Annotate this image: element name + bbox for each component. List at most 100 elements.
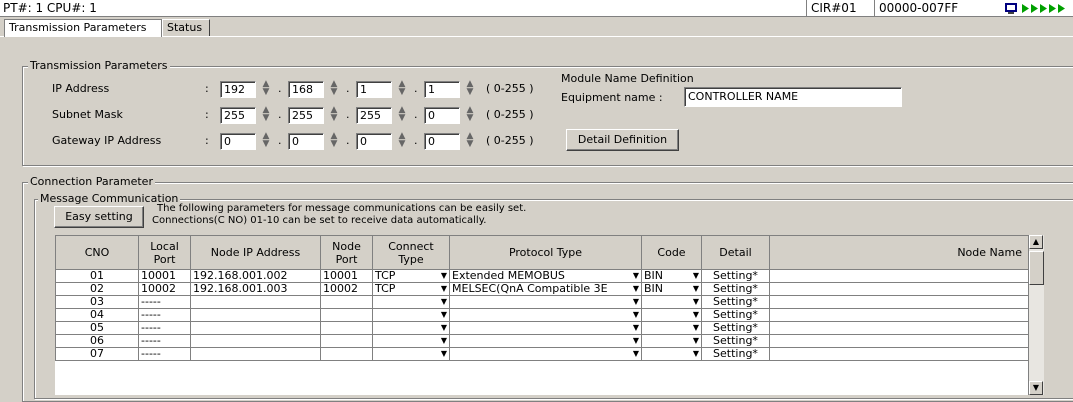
dropdown-arrow-icon[interactable]: ▼ bbox=[439, 297, 449, 308]
code-select[interactable]: BIN ▼ bbox=[641, 282, 702, 296]
node-ip-cell[interactable] bbox=[190, 334, 321, 348]
node-ip-cell[interactable] bbox=[190, 295, 321, 309]
cno-cell[interactable]: 02 bbox=[55, 282, 139, 296]
detail-setting-button[interactable]: Setting* bbox=[701, 282, 770, 296]
dropdown-arrow-icon[interactable]: ▼ bbox=[631, 310, 641, 321]
protocol-type-select[interactable]: ▼ bbox=[449, 308, 642, 322]
dropdown-arrow-icon[interactable]: ▼ bbox=[631, 349, 641, 360]
protocol-type-select[interactable]: ▼ bbox=[449, 295, 642, 309]
equipment-name-input[interactable]: CONTROLLER NAME bbox=[684, 87, 902, 107]
ip-octet-3-input[interactable]: 1 bbox=[356, 81, 392, 98]
connect-type-select[interactable]: TCP ▼ bbox=[372, 269, 450, 283]
detail-definition-button[interactable]: Detail Definition bbox=[566, 129, 679, 151]
scroll-up-icon[interactable]: ▲ bbox=[1029, 235, 1043, 249]
detail-setting-button[interactable]: Setting* bbox=[701, 347, 770, 361]
dropdown-arrow-icon[interactable]: ▼ bbox=[631, 297, 641, 308]
node-name-cell[interactable] bbox=[769, 295, 1028, 309]
code-select[interactable]: ▼ bbox=[641, 334, 702, 348]
node-port-cell[interactable] bbox=[320, 295, 373, 309]
gateway-octet-4-input[interactable]: 0 bbox=[424, 133, 460, 150]
ip-octet-4-input[interactable]: 1 bbox=[424, 81, 460, 98]
spin-updown-icon[interactable]: ▲ ▼ bbox=[460, 80, 480, 98]
detail-setting-button[interactable]: Setting* bbox=[701, 269, 770, 283]
dropdown-arrow-icon[interactable]: ▼ bbox=[631, 336, 641, 347]
detail-setting-button[interactable]: Setting* bbox=[701, 321, 770, 335]
detail-setting-button[interactable]: Setting* bbox=[701, 308, 770, 322]
spin-updown-icon[interactable]: ▲ ▼ bbox=[256, 106, 276, 124]
node-name-cell[interactable] bbox=[769, 308, 1028, 322]
local-port-cell[interactable]: ----- bbox=[138, 347, 191, 361]
cno-cell[interactable]: 07 bbox=[55, 347, 139, 361]
spin-updown-icon[interactable]: ▲ ▼ bbox=[392, 80, 412, 98]
node-port-cell[interactable] bbox=[320, 334, 373, 348]
local-port-cell[interactable]: ----- bbox=[138, 321, 191, 335]
protocol-type-select[interactable]: ▼ bbox=[449, 347, 642, 361]
node-ip-cell[interactable] bbox=[190, 347, 321, 361]
protocol-type-select[interactable]: ▼ bbox=[449, 334, 642, 348]
dropdown-arrow-icon[interactable]: ▼ bbox=[691, 297, 701, 308]
dropdown-arrow-icon[interactable]: ▼ bbox=[631, 323, 641, 334]
gateway-octet-1-input[interactable]: 0 bbox=[220, 133, 256, 150]
gateway-octet-2-input[interactable]: 0 bbox=[288, 133, 324, 150]
local-port-cell[interactable]: ----- bbox=[138, 295, 191, 309]
spin-updown-icon[interactable]: ▲ ▼ bbox=[324, 80, 344, 98]
gateway-octet-3-input[interactable]: 0 bbox=[356, 133, 392, 150]
dropdown-arrow-icon[interactable]: ▼ bbox=[691, 323, 701, 334]
code-select[interactable]: BIN ▼ bbox=[641, 269, 702, 283]
node-ip-cell[interactable] bbox=[190, 321, 321, 335]
node-port-cell[interactable] bbox=[320, 308, 373, 322]
table-row[interactable]: 06 ----- ▼ ▼ ▼ Setting* bbox=[55, 334, 1028, 348]
table-row[interactable]: 07 ----- ▼ ▼ ▼ Setting* bbox=[55, 347, 1028, 361]
code-select[interactable]: ▼ bbox=[641, 321, 702, 335]
node-name-cell[interactable] bbox=[769, 282, 1028, 296]
cno-cell[interactable]: 01 bbox=[55, 269, 139, 283]
table-row[interactable]: 04 ----- ▼ ▼ ▼ Setting* bbox=[55, 308, 1028, 322]
connect-type-select[interactable]: ▼ bbox=[372, 308, 450, 322]
tab-status[interactable]: Status bbox=[162, 19, 210, 36]
cno-cell[interactable]: 06 bbox=[55, 334, 139, 348]
dropdown-arrow-icon[interactable]: ▼ bbox=[691, 271, 701, 282]
dropdown-arrow-icon[interactable]: ▼ bbox=[439, 310, 449, 321]
subnet-octet-2-input[interactable]: 255 bbox=[288, 107, 324, 124]
node-name-cell[interactable] bbox=[769, 269, 1028, 283]
local-port-cell[interactable]: ----- bbox=[138, 334, 191, 348]
scroll-down-icon[interactable]: ▼ bbox=[1029, 381, 1043, 395]
code-select[interactable]: ▼ bbox=[641, 308, 702, 322]
subnet-octet-4-input[interactable]: 0 bbox=[424, 107, 460, 124]
cno-cell[interactable]: 03 bbox=[55, 295, 139, 309]
easy-setting-button[interactable]: Easy setting bbox=[54, 206, 144, 228]
spin-updown-icon[interactable]: ▲ ▼ bbox=[392, 106, 412, 124]
subnet-octet-3-input[interactable]: 255 bbox=[356, 107, 392, 124]
spin-updown-icon[interactable]: ▲ ▼ bbox=[460, 106, 480, 124]
table-row[interactable]: 02 10002 192.168.001.003 10002 TCP ▼ MELSEC(Qn… bbox=[55, 282, 1028, 296]
code-select[interactable]: ▼ bbox=[641, 347, 702, 361]
local-port-cell[interactable]: ----- bbox=[138, 308, 191, 322]
connect-type-select[interactable]: ▼ bbox=[372, 321, 450, 335]
spin-updown-icon[interactable]: ▲ ▼ bbox=[324, 106, 344, 124]
spin-updown-icon[interactable]: ▲ ▼ bbox=[256, 132, 276, 150]
dropdown-arrow-icon[interactable]: ▼ bbox=[691, 310, 701, 321]
connect-type-select[interactable]: ▼ bbox=[372, 334, 450, 348]
connect-type-select[interactable]: ▼ bbox=[372, 295, 450, 309]
node-ip-cell[interactable] bbox=[190, 308, 321, 322]
detail-setting-button[interactable]: Setting* bbox=[701, 334, 770, 348]
spin-updown-icon[interactable]: ▲ ▼ bbox=[256, 80, 276, 98]
node-name-cell[interactable] bbox=[769, 321, 1028, 335]
ip-octet-1-input[interactable]: 192 bbox=[220, 81, 256, 98]
dropdown-arrow-icon[interactable]: ▼ bbox=[439, 349, 449, 360]
code-select[interactable]: ▼ bbox=[641, 295, 702, 309]
table-row[interactable]: 05 ----- ▼ ▼ ▼ Setting* bbox=[55, 321, 1028, 335]
dropdown-arrow-icon[interactable]: ▼ bbox=[631, 271, 641, 282]
protocol-type-select[interactable]: ▼ bbox=[449, 321, 642, 335]
table-row[interactable]: 03 ----- ▼ ▼ ▼ Setting* bbox=[55, 295, 1028, 309]
dropdown-arrow-icon[interactable]: ▼ bbox=[439, 284, 449, 295]
scrollbar-thumb[interactable] bbox=[1029, 251, 1044, 285]
tab-transmission-parameters[interactable]: Transmission Parameters bbox=[4, 19, 162, 37]
cno-cell[interactable]: 04 bbox=[55, 308, 139, 322]
spin-updown-icon[interactable]: ▲ ▼ bbox=[392, 132, 412, 150]
local-port-cell[interactable]: 10002 bbox=[138, 282, 191, 296]
dropdown-arrow-icon[interactable]: ▼ bbox=[439, 336, 449, 347]
node-port-cell[interactable] bbox=[320, 321, 373, 335]
local-port-cell[interactable]: 10001 bbox=[138, 269, 191, 283]
dropdown-arrow-icon[interactable]: ▼ bbox=[631, 284, 641, 295]
